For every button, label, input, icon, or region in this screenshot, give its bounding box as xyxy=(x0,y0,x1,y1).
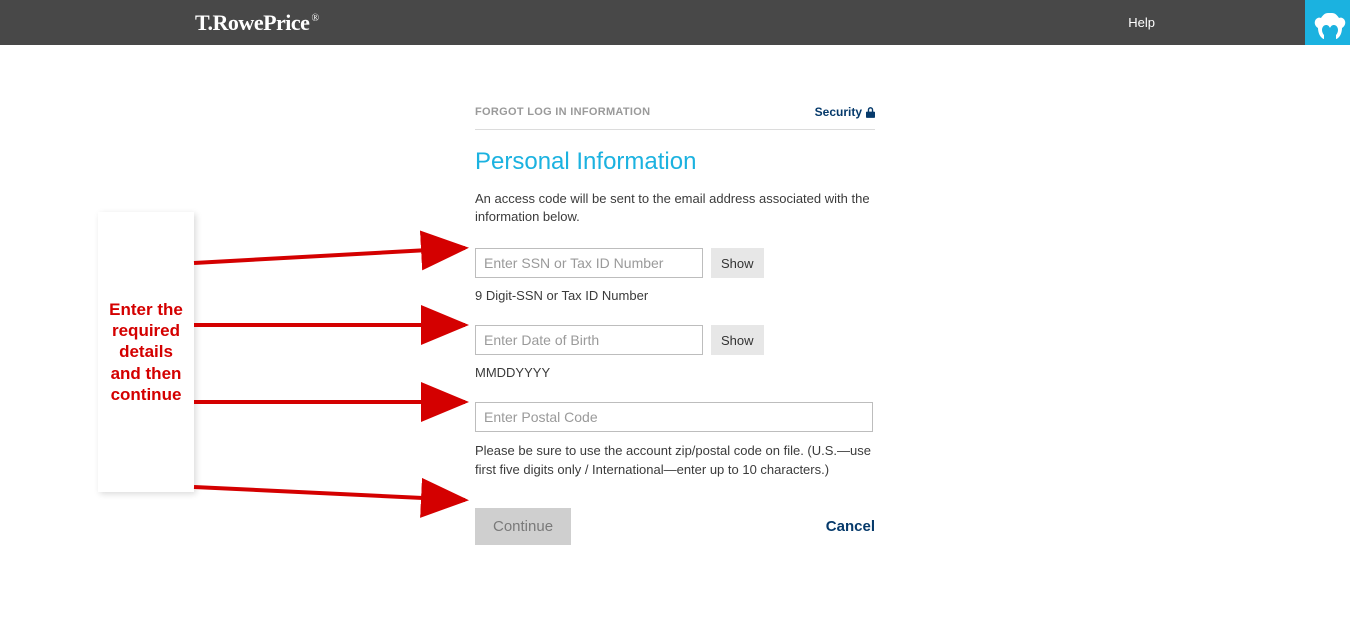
security-label: Security xyxy=(815,105,862,119)
main-panel: FORGOT LOG IN INFORMATION Security Perso… xyxy=(475,105,875,545)
security-link[interactable]: Security xyxy=(815,105,875,119)
dob-hint: MMDDYYYY xyxy=(475,365,875,380)
app-header: T.RowePrice® Help xyxy=(0,0,1350,45)
ssn-field-row: Show 9 Digit-SSN or Tax ID Number xyxy=(475,248,875,303)
dob-input[interactable] xyxy=(475,325,703,355)
page-description: An access code will be sent to the email… xyxy=(475,190,875,226)
cancel-link[interactable]: Cancel xyxy=(826,518,875,535)
postal-field-row: Please be sure to use the account zip/po… xyxy=(475,402,875,480)
brand-text: T.RowePrice xyxy=(195,10,309,35)
ram-icon xyxy=(1305,0,1350,45)
ssn-hint: 9 Digit-SSN or Tax ID Number xyxy=(475,288,875,303)
help-link[interactable]: Help xyxy=(1128,15,1155,30)
annotation-callout: Enter the required details and then cont… xyxy=(98,212,194,492)
ssn-input[interactable] xyxy=(475,248,703,278)
page-title: Personal Information xyxy=(475,148,875,176)
lock-icon xyxy=(866,107,875,118)
breadcrumb-row: FORGOT LOG IN INFORMATION Security xyxy=(475,105,875,130)
brand-logo: T.RowePrice® xyxy=(195,10,319,36)
continue-button[interactable]: Continue xyxy=(475,508,571,545)
action-row: Continue Cancel xyxy=(475,508,875,545)
forgot-label: FORGOT LOG IN INFORMATION xyxy=(475,106,650,118)
brand-registered: ® xyxy=(311,13,318,24)
postal-hint: Please be sure to use the account zip/po… xyxy=(475,442,875,480)
postal-input[interactable] xyxy=(475,402,873,432)
ssn-show-button[interactable]: Show xyxy=(711,248,764,278)
dob-field-row: Show MMDDYYYY xyxy=(475,325,875,380)
dob-show-button[interactable]: Show xyxy=(711,325,764,355)
